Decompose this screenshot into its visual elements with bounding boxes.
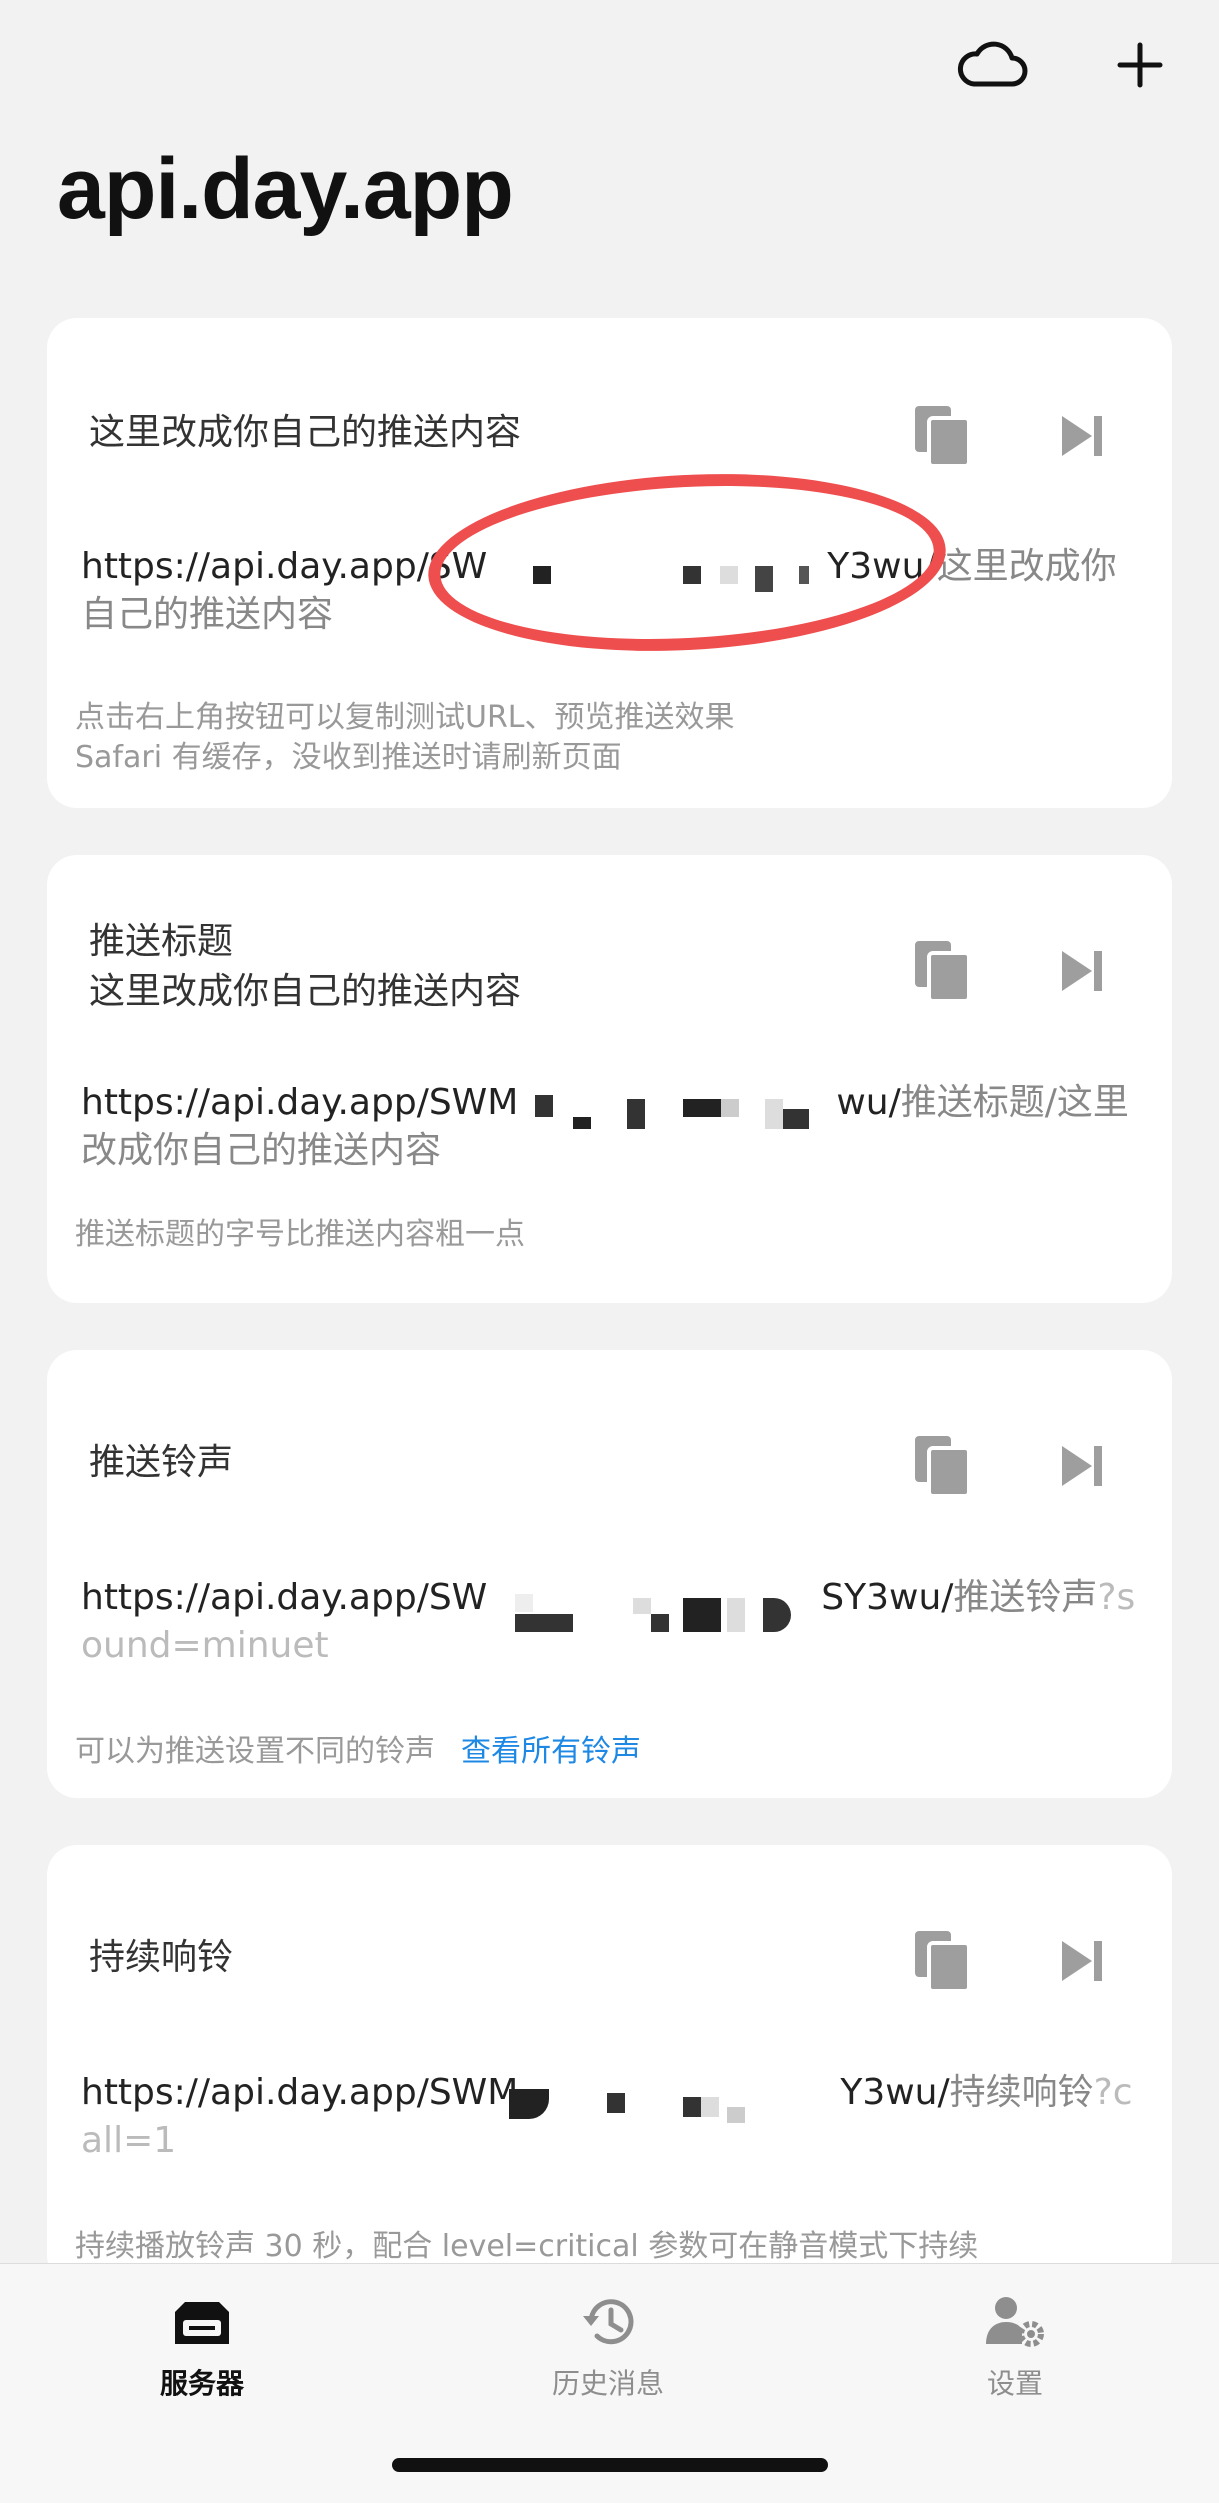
preview-button[interactable] xyxy=(1052,1928,1112,1994)
skip-next-icon xyxy=(1062,416,1102,456)
skip-next-icon xyxy=(1062,1446,1102,1486)
redaction-pixel xyxy=(683,1598,721,1632)
copy-icon xyxy=(915,1931,971,1993)
copy-icon xyxy=(915,406,971,468)
redaction-pixel xyxy=(627,1099,645,1129)
push-card-sound: 推送铃声 https://api.day.app/SW SY3wu/推送铃声?so… xyxy=(47,1350,1172,1798)
skip-next-icon xyxy=(1062,951,1102,991)
plus-icon xyxy=(1117,42,1163,88)
url-base: https://api.day.app/SW xyxy=(81,1577,488,1618)
test-url[interactable]: https://api.day.app/SWM wu/推送标题/这里改成你自己的推… xyxy=(81,1079,1141,1175)
copy-button[interactable] xyxy=(912,938,972,1004)
url-key-tail: SY3wu/ xyxy=(821,1577,954,1618)
home-indicator xyxy=(392,2458,828,2472)
cloud-button[interactable] xyxy=(953,30,1031,100)
card-title: 持续响铃 xyxy=(89,1937,234,1978)
redaction-pixel xyxy=(651,1614,669,1632)
all-sounds-link[interactable]: 查看所有铃声 xyxy=(461,1734,641,1769)
url-base: https://api.day.app/SWM xyxy=(81,1082,519,1123)
card-title-line: 这里改成你自己的推送内容 xyxy=(89,971,522,1012)
redaction-pixel xyxy=(633,1598,651,1614)
redaction-pixel xyxy=(721,1099,739,1117)
tab-label: 历史消息 xyxy=(551,2367,664,2400)
url-base: https://api.day.app/SWM xyxy=(81,2072,519,2113)
redaction-pixel xyxy=(683,1099,721,1117)
url-path: 持续响铃 xyxy=(949,2072,1094,2113)
url-base: https://api.day.app/SW xyxy=(81,546,488,587)
tab-label: 服务器 xyxy=(159,2367,244,2400)
redaction-pixel xyxy=(701,2097,719,2117)
url-path: 推送铃声 xyxy=(953,1577,1098,1618)
card-note: 点击右上角按钮可以复制测试URL、预览推送效果 Safari 有缓存，没收到推送… xyxy=(75,698,1135,778)
preview-button[interactable] xyxy=(1052,403,1112,469)
card-note: 推送标题的字号比推送内容粗一点 xyxy=(75,1215,1135,1255)
note-line: 可以为推送设置不同的铃声 xyxy=(75,1734,435,1769)
test-url[interactable]: https://api.day.app/SWM Y3wu/持续响铃?call=1 xyxy=(81,2069,1141,2165)
note-line: 点击右上角按钮可以复制测试URL、预览推送效果 xyxy=(75,700,735,735)
card-actions xyxy=(912,1928,1112,1994)
preview-button[interactable] xyxy=(1052,1433,1112,1499)
redaction-pixel xyxy=(727,2107,745,2123)
redaction-pixel xyxy=(515,1594,533,1612)
redaction-pixel xyxy=(727,1598,745,1632)
note-line: 持续播放铃声 30 秒，配合 level=critical 参数可在静音模式下持… xyxy=(75,2229,979,2264)
add-button[interactable] xyxy=(1101,30,1179,100)
tab-history[interactable]: 历史消息 xyxy=(508,2294,708,2402)
url-key-tail: Y3wu/ xyxy=(840,2072,950,2113)
card-actions xyxy=(912,1433,1112,1499)
note-line: 推送标题的字号比推送内容粗一点 xyxy=(75,1217,525,1252)
tab-settings[interactable]: 设置 xyxy=(915,2294,1115,2402)
server-icon xyxy=(175,2302,229,2344)
top-actions xyxy=(953,30,1179,100)
redaction-pixel xyxy=(683,2097,701,2117)
history-icon xyxy=(583,2299,634,2345)
redaction-pixel xyxy=(573,1117,591,1129)
preview-button[interactable] xyxy=(1052,938,1112,1004)
push-card-title: 推送标题 这里改成你自己的推送内容 https://api.day.app/SW… xyxy=(47,855,1172,1303)
card-title: 这里改成你自己的推送内容 xyxy=(89,412,522,453)
tab-server[interactable]: 服务器 xyxy=(102,2294,302,2402)
redaction-pixel xyxy=(765,1099,783,1129)
redaction-pixel xyxy=(607,2093,625,2113)
card-title-line: 推送标题 xyxy=(89,921,234,962)
card-note: 持续播放铃声 30 秒，配合 level=critical 参数可在静音模式下持… xyxy=(75,2227,1135,2267)
tab-label: 设置 xyxy=(986,2367,1043,2400)
url-key-tail: wu/ xyxy=(836,1082,901,1123)
copy-icon xyxy=(915,1436,971,1498)
skip-next-icon xyxy=(1062,1941,1102,1981)
copy-button[interactable] xyxy=(912,1928,972,1994)
redaction-pixel xyxy=(535,1095,553,1117)
card-note: 可以为推送设置不同的铃声 查看所有铃声 xyxy=(75,1732,1135,1772)
copy-button[interactable] xyxy=(912,1433,972,1499)
settings-icon xyxy=(986,2297,1044,2347)
card-title: 推送铃声 xyxy=(89,1442,234,1483)
note-line: Safari 有缓存，没收到推送时请刷新页面 xyxy=(75,740,622,775)
copy-icon xyxy=(915,941,971,1003)
cloud-icon xyxy=(957,41,1028,87)
card-actions xyxy=(912,938,1112,1004)
redaction-pixel xyxy=(783,1109,809,1129)
copy-button[interactable] xyxy=(912,403,972,469)
redaction-pixel xyxy=(515,1614,573,1632)
card-actions xyxy=(912,403,1112,469)
push-card-call: 持续响铃 https://api.day.app/SWM Y3wu/持续响铃?ca… xyxy=(47,1845,1172,2285)
card-title: 推送标题 这里改成你自己的推送内容 xyxy=(89,917,521,1017)
page-title: api.day.app xyxy=(57,141,514,237)
test-url[interactable]: https://api.day.app/SW SY3wu/推送铃声?sound=m… xyxy=(81,1574,1141,1670)
